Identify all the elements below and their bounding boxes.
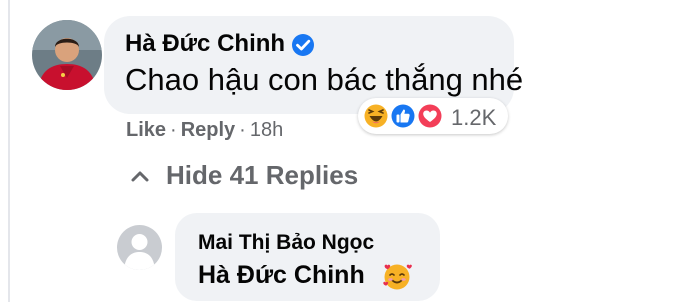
reply-text: Hà Đức Chinh xyxy=(198,261,365,289)
love-reaction-icon xyxy=(417,103,443,129)
comment-timestamp[interactable]: 18h xyxy=(250,119,283,141)
author-avatar[interactable] xyxy=(32,20,102,90)
like-reaction-icon xyxy=(390,103,416,129)
haha-reaction-icon xyxy=(363,103,389,129)
separator-dot: · xyxy=(239,119,246,141)
like-button[interactable]: Like xyxy=(126,119,166,141)
comment-author-name[interactable]: Hà Đức Chinh xyxy=(125,30,285,58)
comment-text: Chao hậu con bác thắng nhé xyxy=(125,62,524,97)
comment-actions: Like · Reply · 18h xyxy=(126,119,283,142)
reply-author-avatar[interactable] xyxy=(117,225,162,270)
default-avatar-icon xyxy=(117,225,162,270)
profile-photo-icon xyxy=(32,20,102,90)
chevron-up-icon xyxy=(131,171,149,182)
reaction-count: 1.2K xyxy=(451,105,497,130)
thread-left-rule xyxy=(8,0,10,302)
reply-author-name[interactable]: Mai Thị Bảo Ngọc xyxy=(198,231,374,255)
hide-replies-label: Hide 41 Replies xyxy=(166,160,359,190)
reactions-summary[interactable]: 1.2K xyxy=(358,98,508,134)
smiling-face-with-hearts-icon xyxy=(383,264,412,290)
separator-dot: · xyxy=(170,119,177,141)
reply-button[interactable]: Reply xyxy=(181,119,235,141)
verified-badge-icon xyxy=(292,34,314,56)
